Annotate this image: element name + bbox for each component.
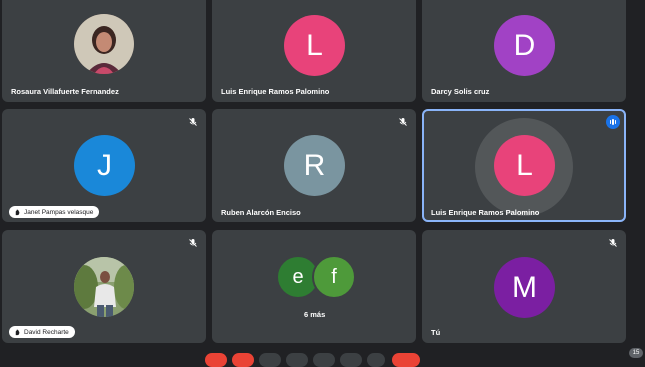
participant-avatar: J (74, 135, 135, 196)
more-options-button[interactable] (367, 353, 385, 367)
participant-avatar: R (284, 135, 345, 196)
participant-count-badge[interactable]: 15 (629, 348, 643, 358)
self-tile[interactable]: M Tú (422, 230, 626, 343)
participant-name: Janet Pampas velasque (24, 208, 94, 216)
avatar-initial: M (512, 270, 537, 304)
participant-avatar: D (494, 15, 555, 76)
camera-toggle-button[interactable] (232, 353, 254, 367)
participant-photo (74, 14, 134, 74)
participant-tile-active[interactable]: L Luis Enrique Ramos Palomino (422, 109, 626, 222)
present-button[interactable] (313, 353, 335, 367)
avatar-initial: L (306, 28, 323, 62)
mic-off-icon (189, 118, 197, 126)
mic-off-icon (609, 239, 617, 247)
end-call-button[interactable] (392, 353, 420, 367)
participant-name: Tú (431, 328, 441, 337)
participant-avatar: f (312, 255, 356, 299)
avatar-initial: D (513, 28, 536, 62)
participant-tile[interactable]: Rosaura Villafuerte Fernandez (2, 0, 206, 102)
participant-name: David Recharte (24, 328, 69, 336)
avatar-initial: e (292, 265, 304, 288)
more-participants-label: 6 más (304, 310, 326, 319)
mic-off-icon (189, 239, 197, 247)
person-photo-icon (74, 257, 134, 317)
participant-name: Luis Enrique Ramos Palomino (221, 87, 330, 96)
participant-name-pill: David Recharte (9, 326, 75, 338)
audio-level-icon (606, 115, 620, 129)
participant-photo (74, 257, 134, 317)
participant-avatar: L (494, 135, 555, 196)
person-photo-icon (74, 14, 134, 74)
participant-tile[interactable]: D Darcy Solis cruz (422, 0, 626, 102)
participant-name: Luis Enrique Ramos Palomino (431, 208, 540, 217)
participant-name: Darcy Solis cruz (431, 87, 490, 96)
mic-off-icon (399, 118, 407, 126)
avatar-initial: R (303, 148, 326, 182)
captions-button[interactable] (259, 353, 281, 367)
participant-tile[interactable]: L Luis Enrique Ramos Palomino (212, 0, 416, 102)
participant-tile[interactable]: R Ruben Alarcón Enciso (212, 109, 416, 222)
reactions-button[interactable] (340, 353, 362, 367)
participant-avatar: M (494, 257, 555, 318)
others-tile[interactable]: e f 6 más (212, 230, 416, 343)
participant-tile[interactable]: J Janet Pampas velasque (2, 109, 206, 222)
participant-name: Ruben Alarcón Enciso (221, 208, 301, 217)
raised-hand-icon (15, 329, 20, 335)
participant-name-pill: Janet Pampas velasque (9, 206, 100, 218)
raise-hand-button[interactable] (286, 353, 308, 367)
avatar-initial: f (331, 265, 337, 288)
participant-name: Rosaura Villafuerte Fernandez (11, 87, 119, 96)
avatar-initial: L (516, 148, 533, 182)
avatar-initial: J (97, 148, 112, 182)
mic-toggle-button[interactable] (205, 353, 227, 367)
participant-tile[interactable]: David Recharte (2, 230, 206, 343)
raised-hand-icon (15, 209, 20, 215)
participant-avatar: L (284, 15, 345, 76)
